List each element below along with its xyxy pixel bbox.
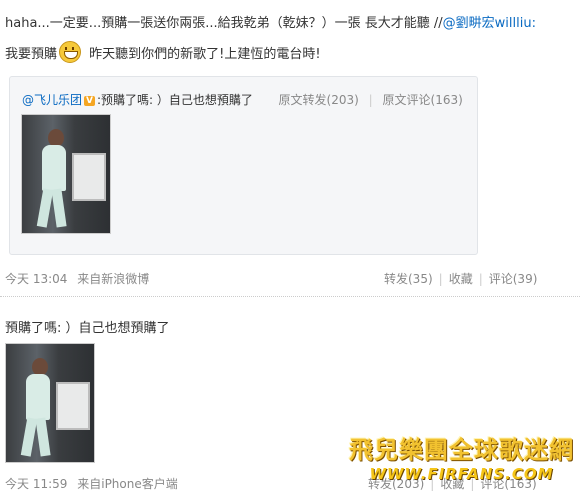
watermark-title: 飛兒樂團全球歌迷網 bbox=[349, 435, 574, 464]
grin-emoji-icon bbox=[59, 41, 82, 63]
watermark-url: WWW.FIRFANS.COM bbox=[369, 465, 554, 483]
post2-photo-thumbnail[interactable] bbox=[5, 343, 95, 463]
original-comment-link[interactable]: 原文评论(163) bbox=[383, 93, 463, 107]
post-time: 今天 13:04 bbox=[5, 272, 68, 286]
repost-header: @飞儿乐团 V:预購了嗎: ）自己也想預購了 原文转发(203) | 原文评论(1… bbox=[22, 91, 463, 108]
repost-photo-thumbnail[interactable] bbox=[21, 114, 111, 234]
divider-bar: | bbox=[368, 93, 373, 107]
site-watermark: 飛兒樂團全球歌迷網 WWW.FIRFANS.COM bbox=[349, 430, 574, 483]
post-meta: 今天 13:04 来自新浪微博 bbox=[5, 270, 149, 287]
divider-bar: | bbox=[438, 272, 443, 286]
post2-text: 預購了嗎: ）自己也想預購了 bbox=[5, 321, 170, 336]
post2-meta: 今天 11:59 来自iPhone客户端 bbox=[5, 475, 178, 492]
post-text-line-2: 我要預購 昨天聽到你們的新歌了!上建恆的電台時! bbox=[5, 41, 321, 63]
mention-link[interactable]: @劉畊宏willliu: bbox=[443, 16, 536, 31]
divider-bar: | bbox=[478, 272, 483, 286]
post-text: 昨天聽到你們的新歌了!上建恆的電台時! bbox=[85, 47, 321, 62]
repost-author-link[interactable]: @飞儿乐团 bbox=[22, 93, 82, 107]
repost-box: @飞儿乐团 V:预購了嗎: ）自己也想預購了 原文转发(203) | 原文评论(1… bbox=[9, 76, 478, 255]
post2-source[interactable]: 来自iPhone客户端 bbox=[77, 477, 178, 491]
post-text: 我要預購 bbox=[5, 47, 58, 62]
post2-time: 今天 11:59 bbox=[5, 477, 68, 491]
comment-button[interactable]: 评论(39) bbox=[489, 272, 538, 286]
post-divider bbox=[0, 296, 580, 297]
verified-badge-icon: V bbox=[84, 96, 95, 106]
repost-button[interactable]: 转发(35) bbox=[384, 272, 433, 286]
post-source[interactable]: 来自新浪微博 bbox=[77, 272, 149, 286]
original-repost-link[interactable]: 原文转发(203) bbox=[279, 93, 359, 107]
post-text: haha...一定要...預購一張送你兩張...給我乾弟（乾妹？）一張 長大才能… bbox=[5, 16, 443, 31]
post-text-line-1: haha...一定要...預購一張送你兩張...給我乾弟（乾妹？）一張 長大才能… bbox=[5, 12, 536, 31]
favorite-button[interactable]: 收藏 bbox=[449, 272, 473, 286]
post-actions: 转发(35) | 收藏 | 评论(39) bbox=[384, 270, 537, 287]
repost-text: :预購了嗎: ）自己也想預購了 bbox=[96, 93, 253, 107]
